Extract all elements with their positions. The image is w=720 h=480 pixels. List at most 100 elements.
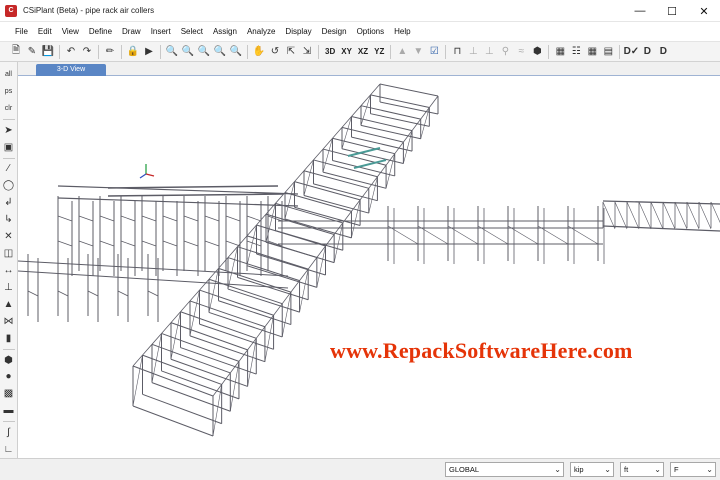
spring-icon[interactable]: ≈	[514, 44, 528, 59]
design-check-icon[interactable]: D	[640, 44, 654, 59]
maximize-button[interactable]: ☐	[656, 0, 688, 22]
minimize-button[interactable]: —	[624, 0, 656, 22]
force-unit-select[interactable]: kip ⌄	[570, 462, 614, 477]
chart-icon[interactable]: ▤	[601, 44, 615, 59]
open-icon[interactable]: ✎	[25, 44, 39, 59]
zoom-previous-icon[interactable]: 🔍	[197, 44, 211, 59]
menu-file[interactable]: File	[10, 22, 33, 41]
draw-hanger-icon[interactable]: ▲	[2, 298, 16, 311]
menu-edit[interactable]: Edit	[33, 22, 57, 41]
draw-plate-icon[interactable]: ▬	[2, 404, 16, 417]
measure-icon[interactable]: ⇲	[300, 44, 314, 59]
menu-analyze[interactable]: Analyze	[242, 22, 280, 41]
save-icon[interactable]: 💾	[41, 44, 55, 59]
temperature-unit-value: F	[674, 465, 679, 474]
menu-select[interactable]: Select	[176, 22, 208, 41]
structure-member	[162, 215, 178, 222]
menu-options[interactable]: Options	[352, 22, 390, 41]
structure-member	[199, 289, 274, 316]
select-previous-icon[interactable]: ps	[2, 85, 16, 98]
app-icon: C	[5, 4, 17, 17]
temperature-unit-select[interactable]: F ⌄	[670, 462, 716, 477]
menu-assign[interactable]: Assign	[208, 22, 242, 41]
shape-icon[interactable]: ⬢	[530, 44, 544, 59]
structure-member	[132, 355, 143, 407]
menu-insert[interactable]: Insert	[146, 22, 176, 41]
view-yz-button[interactable]: YZ	[372, 44, 386, 59]
menu-help[interactable]: Help	[389, 22, 415, 41]
menu-display[interactable]: Display	[280, 22, 316, 41]
draw-shell-icon[interactable]: ▩	[2, 387, 16, 400]
design-run-icon[interactable]: D	[656, 44, 670, 59]
move-down-icon[interactable]: ▼	[411, 44, 425, 59]
view-xy-button[interactable]: XY	[339, 44, 354, 59]
rotate-icon[interactable]: ↺	[268, 44, 282, 59]
draw-link-icon[interactable]: ↔	[2, 264, 16, 277]
draw-elbow-icon[interactable]: ↲	[2, 196, 16, 209]
zoom-window-icon[interactable]: 🔍	[165, 44, 179, 59]
tab-3d-view[interactable]: 3-D View	[36, 64, 106, 76]
clear-selection-icon[interactable]: clr	[2, 102, 16, 115]
draw-tie-icon[interactable]: ∟	[2, 443, 16, 456]
structure-member	[189, 300, 266, 328]
view-xz-button[interactable]: XZ	[356, 44, 370, 59]
design-steel-icon[interactable]: D✓	[624, 44, 640, 59]
draw-line-icon[interactable]: ∕	[2, 162, 16, 175]
pencil-icon[interactable]: ✏	[103, 44, 117, 59]
section-icon[interactable]: ▦	[553, 44, 567, 59]
checkbox-icon[interactable]: ☑	[427, 44, 441, 59]
draw-point-icon[interactable]: ▣	[2, 141, 16, 154]
load-icon[interactable]: ☷	[569, 44, 583, 59]
structure-member	[237, 235, 248, 247]
structure-member	[674, 201, 688, 230]
pan-icon[interactable]: ✋	[252, 44, 266, 59]
redo-icon[interactable]: ↷	[80, 44, 94, 59]
draw-pipe-icon[interactable]: ◯	[2, 179, 16, 192]
draw-area-icon[interactable]: ⬢	[2, 354, 16, 367]
structure-member	[347, 147, 381, 157]
draw-valve-icon[interactable]: ⋈	[2, 315, 16, 328]
structure-member	[290, 280, 300, 293]
coordinate-system-value: GLOBAL	[449, 465, 480, 474]
frame-icon[interactable]: ⊓	[450, 44, 464, 59]
draw-flange-icon[interactable]: ▮	[2, 332, 16, 345]
table-icon[interactable]: ▦	[585, 44, 599, 59]
structure-member	[120, 215, 136, 222]
close-button[interactable]: ✕	[688, 0, 720, 22]
pin-icon[interactable]: ⚲	[498, 44, 512, 59]
zoom-out-icon[interactable]: 🔍	[229, 44, 243, 59]
release-icon[interactable]: ⊥	[482, 44, 496, 59]
lock-icon[interactable]: 🔒	[126, 44, 140, 59]
draw-brace-icon[interactable]: ✕	[2, 230, 16, 243]
structure-member	[614, 201, 628, 230]
menu-draw[interactable]: Draw	[117, 22, 146, 41]
menu-view[interactable]: View	[57, 22, 84, 41]
draw-spring-icon[interactable]: ∫	[2, 426, 16, 439]
structure-member	[294, 170, 305, 182]
zoom-full-icon[interactable]: 🔍	[181, 44, 195, 59]
move-up-icon[interactable]: ▲	[395, 44, 409, 59]
undo-icon[interactable]: ↶	[64, 44, 78, 59]
pointer-icon[interactable]: ➤	[2, 124, 16, 137]
zoom-in-icon[interactable]: 🔍	[213, 44, 227, 59]
structure-member	[387, 225, 419, 245]
new-file-icon[interactable]: 🗎	[9, 44, 23, 59]
select-all-icon[interactable]: all	[2, 68, 16, 81]
support-icon[interactable]: ⊥	[466, 44, 480, 59]
length-unit-select[interactable]: ft ⌄	[620, 462, 664, 477]
draw-solid-icon[interactable]: ●	[2, 371, 16, 384]
model-viewport[interactable]: www.RepackSoftwareHere.com	[18, 76, 720, 456]
structure-member	[199, 278, 210, 291]
watermark-text: www.RepackSoftwareHere.com	[330, 338, 633, 363]
draw-support-icon[interactable]: ⊥	[2, 281, 16, 294]
view-3d-button[interactable]: 3D	[323, 44, 337, 59]
structure-member	[208, 311, 283, 338]
coordinate-system-select[interactable]: GLOBAL ⌄	[445, 462, 564, 477]
run-icon[interactable]: ▶	[142, 44, 156, 59]
perspective-icon[interactable]: ⇱	[284, 44, 298, 59]
draw-bend-icon[interactable]: ↳	[2, 213, 16, 226]
menu-design[interactable]: Design	[317, 22, 352, 41]
force-unit-value: kip	[574, 465, 584, 474]
draw-frame-icon[interactable]: ◫	[2, 247, 16, 260]
menu-define[interactable]: Define	[84, 22, 117, 41]
